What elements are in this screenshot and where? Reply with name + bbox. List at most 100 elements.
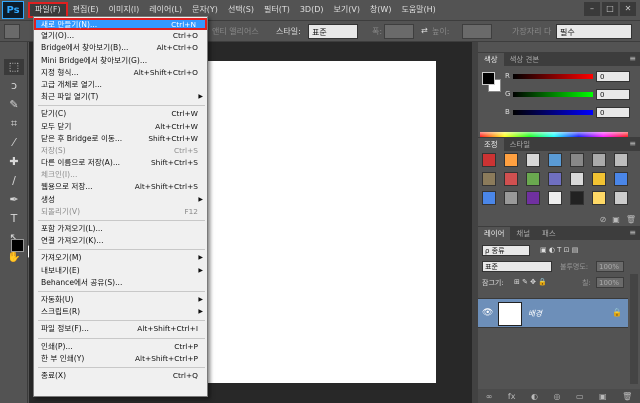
- swap-icon[interactable]: ⇄: [421, 26, 428, 35]
- file-menu-item[interactable]: 생성 ▶: [34, 194, 207, 206]
- blend-mode-select[interactable]: 표준: [482, 261, 552, 272]
- b-slider[interactable]: [513, 110, 593, 115]
- healing-brush-tool-icon[interactable]: ✚: [4, 154, 24, 170]
- r-slider[interactable]: [513, 74, 593, 79]
- file-menu-item[interactable]: 자동화(U) ▶: [34, 294, 207, 306]
- file-menu-item[interactable]: Bridge에서 찾아보기(B)... Alt+Ctrl+O: [34, 42, 207, 54]
- adjustment-icon[interactable]: [482, 191, 496, 205]
- adjustment-icon[interactable]: [548, 191, 562, 205]
- tab-color[interactable]: 색상: [478, 53, 504, 66]
- tab-adjustments[interactable]: 조정: [478, 138, 504, 151]
- tab-channels[interactable]: 채널: [510, 227, 536, 240]
- menu-6[interactable]: 필터(T): [259, 2, 295, 18]
- file-menu-item[interactable]: Mini Bridge에서 찾아보기(G)...: [34, 55, 207, 67]
- file-menu-item[interactable]: 열기(O)... Ctrl+O: [34, 30, 207, 42]
- eyedropper-tool-icon[interactable]: ⁄: [4, 135, 24, 151]
- layers-scrollbar[interactable]: [630, 274, 638, 384]
- adjustment-icon[interactable]: [614, 191, 628, 205]
- file-menu-item[interactable]: 모두 닫기 Alt+Ctrl+W: [34, 121, 207, 133]
- marquee-tool-icon[interactable]: ⬚: [4, 59, 24, 75]
- adjustment-icon[interactable]: [614, 153, 628, 167]
- layer-row-background[interactable]: 👁 배경 🔒: [478, 298, 628, 328]
- layers-footer-icon[interactable]: ▣: [599, 392, 607, 401]
- menu-10[interactable]: 도움말(H): [396, 2, 440, 18]
- file-menu-item[interactable]: 최근 파일 열기(T) ▶: [34, 91, 207, 103]
- layer-filter-select[interactable]: ρ 종류: [482, 245, 530, 256]
- adjustment-icon[interactable]: [548, 172, 562, 186]
- g-value-input[interactable]: 0: [596, 89, 630, 100]
- brush-tool-icon[interactable]: ∕: [4, 173, 24, 189]
- layers-footer-icon[interactable]: ◐: [531, 392, 538, 401]
- new-style-icon[interactable]: ▣: [612, 215, 620, 224]
- lasso-tool-icon[interactable]: ↄ: [4, 78, 24, 94]
- adjustment-icon[interactable]: [504, 191, 518, 205]
- opacity-input[interactable]: 100%: [596, 261, 624, 272]
- tab-layers[interactable]: 레이어: [478, 227, 511, 240]
- file-menu-item[interactable]: 웹용으로 저장... Alt+Shift+Ctrl+S: [34, 181, 207, 193]
- minimize-button[interactable]: –: [584, 2, 600, 16]
- menu-7[interactable]: 3D(D): [295, 2, 329, 18]
- file-menu-item[interactable]: 가져오기(M) ▶: [34, 252, 207, 264]
- color-panel-fg-swatch[interactable]: [482, 72, 495, 85]
- clear-style-icon[interactable]: ⊘: [600, 215, 607, 224]
- file-menu-item[interactable]: 스크립트(R) ▶: [34, 306, 207, 318]
- menu-9[interactable]: 창(W): [365, 2, 397, 18]
- r-value-input[interactable]: 0: [596, 71, 630, 82]
- adjustment-icon[interactable]: [592, 153, 606, 167]
- height-input[interactable]: [462, 24, 492, 39]
- file-menu-item[interactable]: 고급 개체로 열기...: [34, 79, 207, 91]
- adjustment-icon[interactable]: [482, 153, 496, 167]
- close-button[interactable]: ✕: [620, 2, 636, 16]
- file-menu-item[interactable]: 종료(X) Ctrl+Q: [34, 370, 207, 382]
- pen-tool-icon[interactable]: ✒: [4, 192, 24, 208]
- maximize-button[interactable]: □: [602, 2, 618, 16]
- file-menu-item[interactable]: 파일 정보(F)... Alt+Shift+Ctrl+I: [34, 323, 207, 335]
- tab-swatches[interactable]: 색상 견본: [504, 53, 546, 66]
- panel-menu-icon[interactable]: ≡: [629, 139, 636, 148]
- adjustment-icon[interactable]: [592, 191, 606, 205]
- adjustment-icon[interactable]: [504, 172, 518, 186]
- layers-footer-icon[interactable]: fx: [508, 392, 516, 401]
- file-menu-item[interactable]: 연결 가져오기(K)...: [34, 235, 207, 247]
- style-select[interactable]: 표준: [308, 24, 358, 39]
- trash-icon[interactable]: 🗑: [626, 215, 636, 224]
- adjustment-icon[interactable]: [526, 153, 540, 167]
- canvas[interactable]: [206, 61, 436, 383]
- adjustment-icon[interactable]: [548, 153, 562, 167]
- refine-edge-label[interactable]: 가장자리 다: [512, 26, 551, 37]
- quick-select-tool-icon[interactable]: ✎: [4, 97, 24, 113]
- adjustment-icon[interactable]: [570, 191, 584, 205]
- file-menu-item[interactable]: 닫기(C) Ctrl+W: [34, 108, 207, 120]
- layers-footer-icon[interactable]: ∞: [486, 392, 493, 401]
- lock-icons[interactable]: ⊞ ✎ ✥ 🔒: [514, 278, 547, 286]
- tool-preset-picker[interactable]: [4, 24, 20, 39]
- fill-input[interactable]: 100%: [596, 277, 624, 288]
- adjustment-icon[interactable]: [570, 153, 584, 167]
- layers-footer-icon[interactable]: 🗑: [622, 392, 632, 401]
- adjustment-icon[interactable]: [592, 172, 606, 186]
- b-value-input[interactable]: 0: [596, 107, 630, 118]
- adjustment-icon[interactable]: [526, 191, 540, 205]
- panel-menu-icon[interactable]: ≡: [629, 228, 636, 237]
- file-menu-item[interactable]: 내보내기(E) ▶: [34, 265, 207, 277]
- file-menu-item[interactable]: 포함 가져오기(L)...: [34, 223, 207, 235]
- adjustment-icon[interactable]: [482, 172, 496, 186]
- workspace-select[interactable]: 필수: [556, 24, 632, 39]
- file-menu-item[interactable]: 닫은 후 Bridge로 이동... Shift+Ctrl+W: [34, 133, 207, 145]
- adjustment-icon[interactable]: [526, 172, 540, 186]
- panel-menu-icon[interactable]: ≡: [629, 54, 636, 63]
- menu-8[interactable]: 보기(V): [329, 2, 365, 18]
- adjustment-icon[interactable]: [504, 153, 518, 167]
- width-input[interactable]: [384, 24, 414, 39]
- file-menu-item[interactable]: 인쇄(P)... Ctrl+P: [34, 341, 207, 353]
- crop-tool-icon[interactable]: ⌗: [4, 116, 24, 132]
- layers-footer-icon[interactable]: ▭: [576, 392, 584, 401]
- file-menu-item[interactable]: 지정 형식... Alt+Shift+Ctrl+O: [34, 67, 207, 79]
- adjustment-icon[interactable]: [570, 172, 584, 186]
- filter-pixel-icon[interactable]: ▣ ◐ T ⊡ ▤: [540, 246, 578, 254]
- file-menu-item[interactable]: 다른 이름으로 저장(A)... Shift+Ctrl+S: [34, 157, 207, 169]
- type-tool-icon[interactable]: T: [4, 211, 24, 227]
- file-menu-item[interactable]: 한 부 인쇄(Y) Alt+Shift+Ctrl+P: [34, 353, 207, 365]
- g-slider[interactable]: [513, 92, 593, 97]
- file-menu-item[interactable]: 새로 만들기(N)... Ctrl+N: [34, 18, 207, 31]
